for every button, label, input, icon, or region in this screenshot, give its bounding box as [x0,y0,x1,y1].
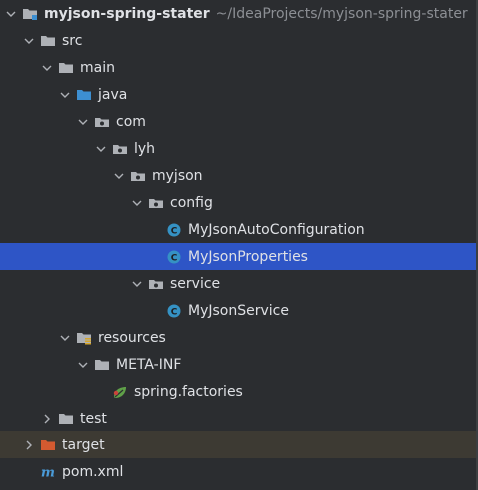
chevron-down-icon[interactable] [130,277,144,291]
tree-label-myjson: myjson [152,167,203,184]
tree-label-main: main [80,59,115,76]
folder-icon [40,33,56,49]
tree-label-src: src [62,32,83,49]
tree-row-pom[interactable]: m pom.xml [0,458,476,485]
excluded-folder-icon [40,437,56,453]
svg-text:m: m [41,464,55,480]
java-class-icon: C [166,303,182,319]
chevron-down-icon[interactable] [58,88,72,102]
svg-text:C: C [171,307,178,317]
project-name: myjson-spring-stater [44,5,210,22]
tree-label-test: test [80,410,107,427]
folder-icon [94,357,110,373]
tree-row-src[interactable]: src [0,27,476,54]
folder-icon [58,60,74,76]
tree-label-com: com [116,113,146,130]
tree-row-service-package[interactable]: service [0,270,476,297]
package-icon [130,168,146,184]
tree-label-service-package: service [170,275,221,292]
tree-label-metainf: META-INF [116,356,182,373]
tree-label-service-class: MyJsonService [188,302,289,319]
chevron-down-icon[interactable] [22,34,36,48]
tree-row-resources[interactable]: resources [0,324,476,351]
tree-label-resources: resources [98,329,166,346]
tree-row-service-class[interactable]: C MyJsonService [0,297,476,324]
tree-label-config: config [170,194,213,211]
resources-folder-icon [76,330,92,346]
svg-text:C: C [171,253,178,263]
chevron-right-icon[interactable] [40,412,54,426]
module-folder-icon [22,6,38,22]
project-tree: myjson-spring-stater ~/IdeaProjects/myjs… [0,0,478,490]
java-class-icon: C [166,222,182,238]
tree-row-spring-factories[interactable]: spring.factories [0,378,476,405]
tree-row-metainf[interactable]: META-INF [0,351,476,378]
chevron-down-icon[interactable] [94,142,108,156]
tree-label-java: java [98,86,128,103]
chevron-down-icon[interactable] [4,7,18,21]
java-class-icon: C [166,249,182,265]
tree-label-lyh: lyh [134,140,156,157]
chevron-down-icon[interactable] [58,331,72,345]
package-icon [148,276,164,292]
svg-text:C: C [171,226,178,236]
tree-label-pom: pom.xml [62,463,124,480]
chevron-right-icon[interactable] [22,438,36,452]
tree-row-com[interactable]: com [0,108,476,135]
tree-label-target: target [62,436,105,453]
tree-row-target[interactable]: target [0,431,476,458]
tree-row-autoconfig[interactable]: C MyJsonAutoConfiguration [0,216,476,243]
chevron-down-icon[interactable] [76,115,90,129]
tree-label-autoconfig: MyJsonAutoConfiguration [188,221,365,238]
tree-label-spring-factories: spring.factories [134,383,243,400]
tree-row-lyh[interactable]: lyh [0,135,476,162]
project-path: ~/IdeaProjects/myjson-spring-stater [215,5,468,22]
chevron-down-icon[interactable] [130,196,144,210]
maven-icon: m [40,464,56,480]
spring-icon [112,384,128,400]
tree-label-properties: MyJsonProperties [188,248,308,265]
tree-row-java[interactable]: java [0,81,476,108]
source-root-folder-icon [76,87,92,103]
package-icon [112,141,128,157]
tree-row-properties[interactable]: C MyJsonProperties [0,243,476,270]
tree-row-main[interactable]: main [0,54,476,81]
chevron-down-icon[interactable] [112,169,126,183]
chevron-down-icon[interactable] [40,61,54,75]
tree-row-project[interactable]: myjson-spring-stater ~/IdeaProjects/myjs… [0,0,476,27]
package-icon [148,195,164,211]
package-icon [94,114,110,130]
chevron-down-icon[interactable] [76,358,90,372]
tree-row-myjson[interactable]: myjson [0,162,476,189]
tree-row-config[interactable]: config [0,189,476,216]
tree-row-test[interactable]: test [0,405,476,432]
folder-icon [58,411,74,427]
